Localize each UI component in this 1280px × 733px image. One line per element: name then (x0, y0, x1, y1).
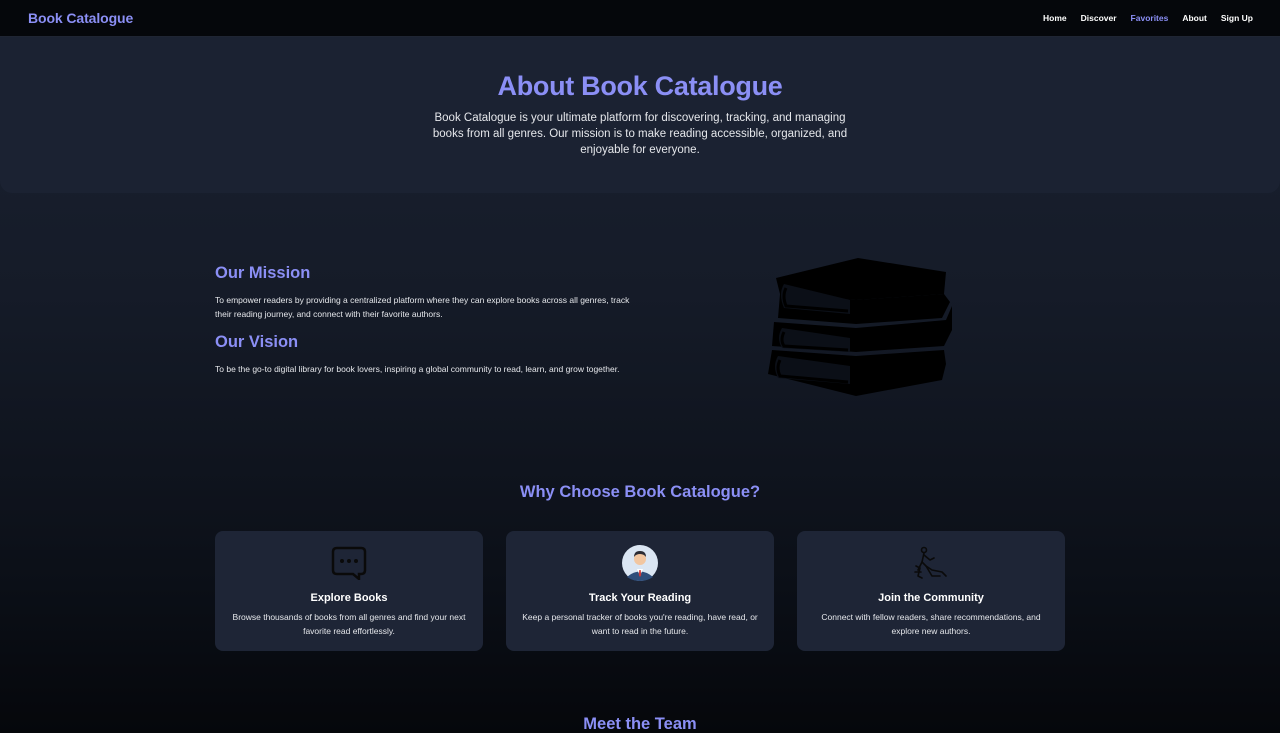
page-title: About Book Catalogue (497, 71, 783, 101)
feature-card-track: Track Your Reading Keep a personal track… (506, 531, 774, 651)
nav-link-favorites[interactable]: Favorites (1131, 13, 1169, 23)
vision-title: Our Vision (215, 333, 299, 351)
chat-bubble-icon (331, 546, 367, 580)
meet-team-title: Meet the Team (583, 715, 697, 733)
vision-text: To be the go-to digital library for book… (215, 364, 620, 374)
community-icon (914, 546, 947, 579)
hero-section: About Book Catalogue Book Catalogue is y… (0, 37, 1280, 193)
card-text: Connect with fellow readers, share recom… (821, 612, 1041, 636)
nav-links: Home Discover Favorites About Sign Up (1043, 13, 1253, 23)
hero-description: Book Catalogue is your ultimate platform… (432, 112, 848, 156)
feature-card-explore: Explore Books Browse thousands of books … (215, 531, 483, 651)
mission-text: To empower readers by providing a centra… (215, 295, 630, 319)
nav-link-about[interactable]: About (1182, 13, 1207, 23)
card-title: Join the Community (878, 592, 984, 604)
navbar: Book Catalogue Home Discover Favorites A… (0, 0, 1280, 37)
books-stack-icon (768, 258, 952, 396)
card-title: Explore Books (310, 592, 388, 604)
nav-link-discover[interactable]: Discover (1081, 13, 1117, 23)
card-title: Track Your Reading (588, 592, 692, 604)
mission-vision-section: Our Mission To empower readers by provid… (215, 264, 635, 388)
mission-title: Our Mission (215, 264, 311, 282)
card-text: Keep a personal tracker of books you're … (522, 612, 758, 636)
card-text: Browse thousands of books from all genre… (232, 612, 466, 636)
feature-card-community: Join the Community Connect with fellow r… (797, 531, 1065, 651)
person-avatar-icon (622, 545, 658, 581)
nav-link-signup[interactable]: Sign Up (1221, 13, 1253, 23)
brand-logo[interactable]: Book Catalogue (28, 10, 133, 26)
nav-link-home[interactable]: Home (1043, 13, 1067, 23)
why-choose-title: Why Choose Book Catalogue? (519, 483, 761, 501)
